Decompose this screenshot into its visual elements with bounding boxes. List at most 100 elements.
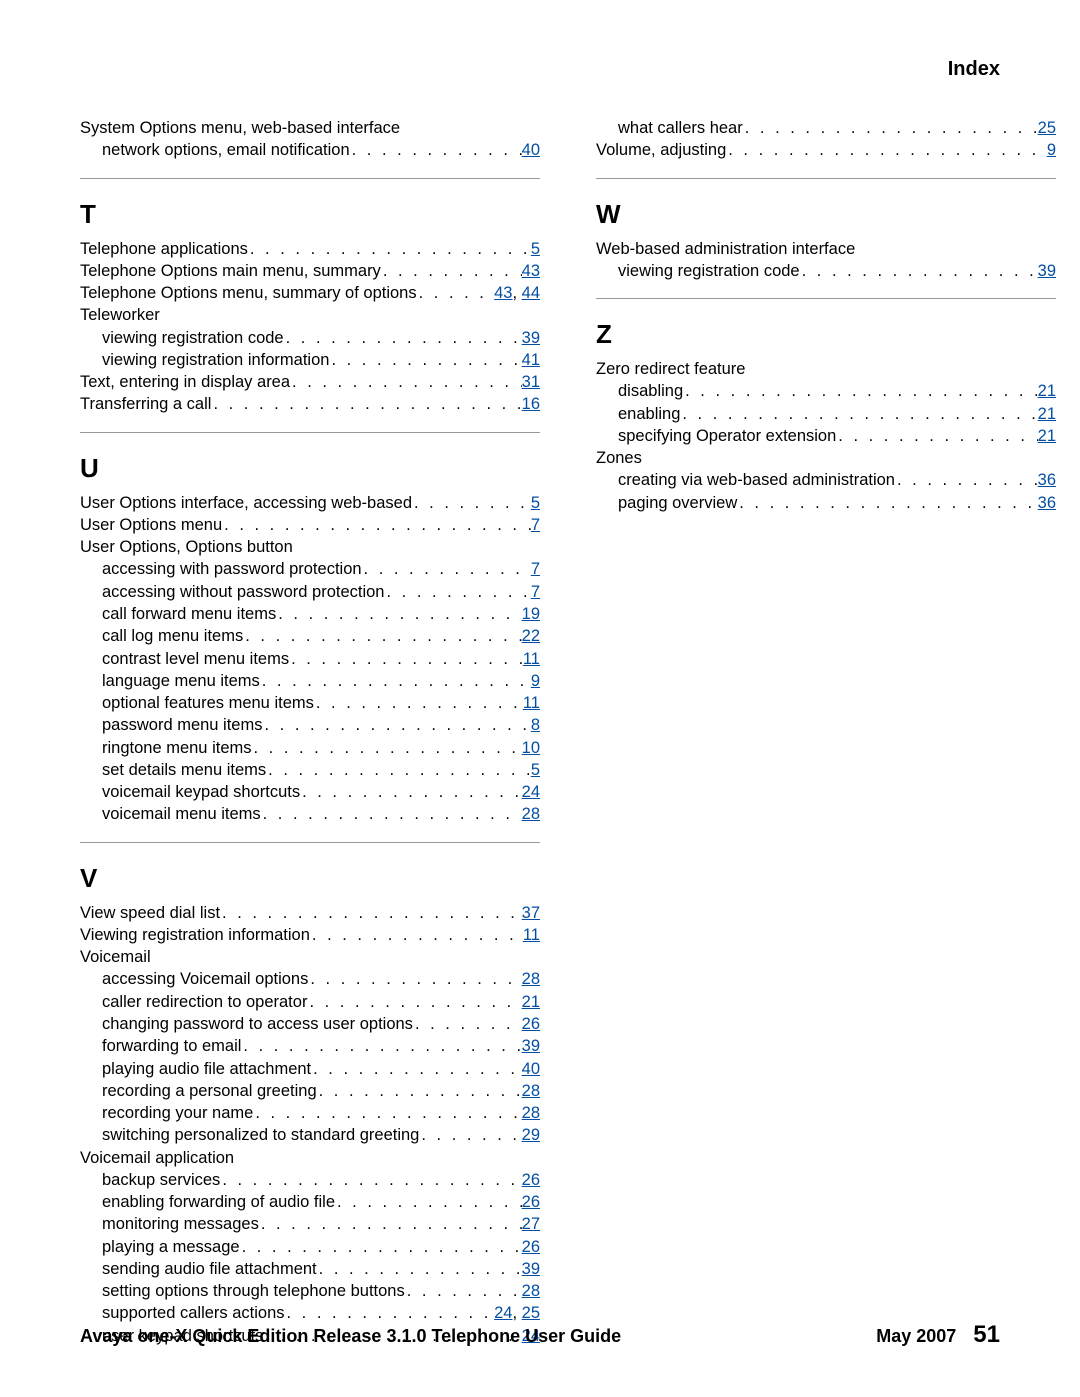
leader-dots: . . . . . . . . . . . . . . . . . . . . … bbox=[314, 692, 523, 714]
leader-dots: . . . . . . . . . . . . . . . . . . . . … bbox=[419, 1124, 521, 1146]
page-link[interactable]: 21 bbox=[1038, 405, 1056, 423]
footer-right: May 2007 51 bbox=[876, 1321, 1000, 1349]
index-entry: caller redirection to operator . . . . .… bbox=[80, 991, 540, 1013]
entry-pages: 19 bbox=[522, 603, 540, 625]
page-link[interactable]: 7 bbox=[531, 560, 540, 578]
page-link[interactable]: 43 bbox=[494, 284, 512, 302]
entry-pages: 11 bbox=[523, 692, 540, 714]
page-link[interactable]: 21 bbox=[522, 993, 540, 1011]
page-link[interactable]: 16 bbox=[522, 395, 540, 413]
leader-dots: . . . . . . . . . . . . . . . . . . . . … bbox=[284, 327, 522, 349]
page-link[interactable]: 7 bbox=[531, 516, 540, 534]
entry-label: creating via web-based administration bbox=[618, 469, 895, 491]
section-letter: V bbox=[80, 863, 540, 894]
page-link[interactable]: 36 bbox=[1038, 471, 1056, 489]
leader-dots: . . . . . . . . . . . . . . . . . . . . … bbox=[289, 648, 523, 670]
entry-pages: 31 bbox=[522, 371, 540, 393]
leader-dots: . . . . . . . . . . . . . . . . . . . . … bbox=[220, 902, 522, 924]
leader-dots: . . . . . . . . . . . . . . . . . . . . … bbox=[222, 514, 531, 536]
entry-label: forwarding to email bbox=[102, 1035, 241, 1057]
leader-dots: . . . . . . . . . . . . . . . . . . . . … bbox=[308, 968, 521, 990]
index-entry: viewing registration code . . . . . . . … bbox=[596, 260, 1056, 282]
page-link[interactable]: 28 bbox=[522, 805, 540, 823]
page-link[interactable]: 11 bbox=[523, 650, 540, 668]
page-link[interactable]: 41 bbox=[522, 351, 540, 369]
page-link[interactable]: 24 bbox=[522, 783, 540, 801]
page-link[interactable]: 5 bbox=[531, 240, 540, 258]
page-link[interactable]: 44 bbox=[522, 284, 540, 302]
entry-pages: 43 bbox=[522, 260, 540, 282]
page-link[interactable]: 31 bbox=[522, 373, 540, 391]
page-link[interactable]: 39 bbox=[522, 1260, 540, 1278]
page-link[interactable]: 25 bbox=[1038, 119, 1056, 137]
section-letter: U bbox=[80, 453, 540, 484]
page-link[interactable]: 26 bbox=[522, 1193, 540, 1211]
entry-label: network options, email notification bbox=[102, 139, 350, 161]
entry-label: Telephone applications bbox=[80, 238, 248, 260]
page-link[interactable]: 22 bbox=[522, 627, 540, 645]
page-link[interactable]: 43 bbox=[522, 262, 540, 280]
page-link[interactable]: 26 bbox=[522, 1015, 540, 1033]
entry-label: accessing with password protection bbox=[102, 558, 362, 580]
entry-pages: 28 bbox=[522, 803, 540, 825]
page-link[interactable]: 28 bbox=[522, 1104, 540, 1122]
page-link[interactable]: 21 bbox=[1038, 427, 1056, 445]
index-entry: Transferring a call . . . . . . . . . . … bbox=[80, 393, 540, 415]
entry-pages: 28 bbox=[522, 1280, 540, 1302]
entry-pages: 41 bbox=[522, 349, 540, 371]
page-link[interactable]: 28 bbox=[522, 1082, 540, 1100]
entry-pages: 5 bbox=[531, 492, 540, 514]
entry-pages: 26 bbox=[522, 1236, 540, 1258]
page-link[interactable]: 11 bbox=[523, 926, 540, 944]
section-rule bbox=[596, 298, 1056, 299]
page-link[interactable]: 40 bbox=[522, 141, 540, 159]
entry-label: viewing registration information bbox=[102, 349, 329, 371]
page-link[interactable]: 11 bbox=[523, 694, 540, 712]
index-columns: System Options menu, web-based interface… bbox=[80, 117, 1000, 1347]
entry-pages: 21 bbox=[1038, 425, 1056, 447]
entry-pages: 37 bbox=[522, 902, 540, 924]
page-link[interactable]: 9 bbox=[1047, 141, 1056, 159]
section-rule bbox=[80, 842, 540, 843]
leader-dots: . . . . . . . . . . . . . . . . . . . . … bbox=[252, 737, 522, 759]
page-link[interactable]: 39 bbox=[522, 1037, 540, 1055]
entry-pages: 16 bbox=[522, 393, 540, 415]
page-link[interactable]: 28 bbox=[522, 970, 540, 988]
page-link[interactable]: 39 bbox=[1038, 262, 1056, 280]
page-link[interactable]: 40 bbox=[522, 1060, 540, 1078]
page-link[interactable]: 19 bbox=[522, 605, 540, 623]
entry-label: paging overview bbox=[618, 492, 737, 514]
page-link[interactable]: 8 bbox=[531, 716, 540, 734]
leader-dots: . . . . . . . . . . . . . . . . . . . . … bbox=[240, 1236, 522, 1258]
page-link[interactable]: 21 bbox=[1038, 382, 1056, 400]
page-link[interactable]: 29 bbox=[522, 1126, 540, 1144]
page-link[interactable]: 9 bbox=[531, 672, 540, 690]
page-link[interactable]: 5 bbox=[531, 494, 540, 512]
entry-pages: 36 bbox=[1038, 469, 1056, 491]
entry-pages: 28 bbox=[522, 1102, 540, 1124]
page-link[interactable]: 27 bbox=[522, 1215, 540, 1233]
leader-dots: . . . . . . . . . . . . . . . . . . . . … bbox=[836, 425, 1037, 447]
page: Index System Options menu, web-based int… bbox=[0, 0, 1080, 1397]
index-entry: network options, email notification . . … bbox=[80, 139, 540, 161]
page-link[interactable]: 39 bbox=[522, 329, 540, 347]
page-link[interactable]: 26 bbox=[522, 1238, 540, 1256]
entry-pages: 10 bbox=[522, 737, 540, 759]
leader-dots: . . . . . . . . . . . . . . . . . . . . … bbox=[405, 1280, 522, 1302]
page-link[interactable]: 5 bbox=[531, 761, 540, 779]
page-link[interactable]: 26 bbox=[522, 1171, 540, 1189]
entry-pages: 26 bbox=[522, 1169, 540, 1191]
section-rule bbox=[80, 432, 540, 433]
entry-pages: 9 bbox=[531, 670, 540, 692]
page-link[interactable]: 25 bbox=[522, 1304, 540, 1322]
page-link[interactable]: 10 bbox=[522, 739, 540, 757]
page-link[interactable]: 37 bbox=[522, 904, 540, 922]
page-link[interactable]: 24 bbox=[494, 1304, 512, 1322]
page-link[interactable]: 36 bbox=[1038, 494, 1056, 512]
index-entry: forwarding to email . . . . . . . . . . … bbox=[80, 1035, 540, 1057]
page-link[interactable]: 28 bbox=[522, 1282, 540, 1300]
page-link[interactable]: 7 bbox=[531, 583, 540, 601]
entry-label: Telephone Options main menu, summary bbox=[80, 260, 381, 282]
leader-dots: . . . . . . . . . . . . . . . . . . . . … bbox=[290, 371, 522, 393]
entry-label: voicemail keypad shortcuts bbox=[102, 781, 300, 803]
